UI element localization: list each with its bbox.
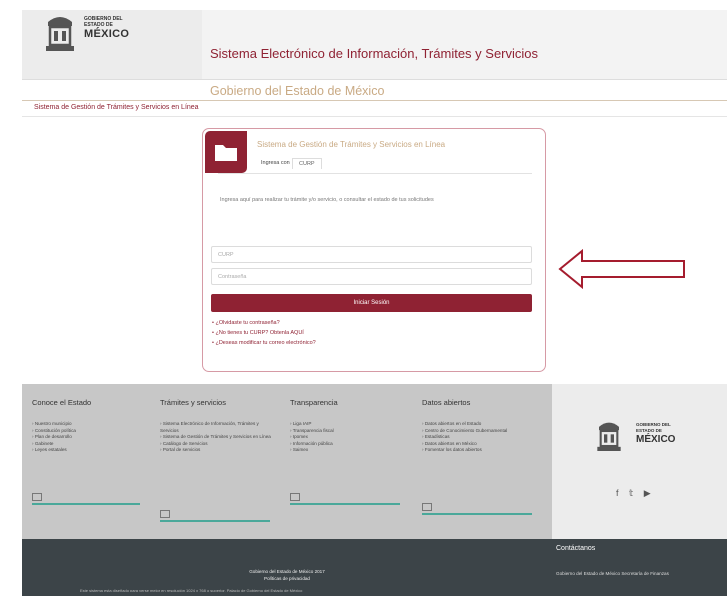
footer-link[interactable]: Sistema Electrónico de Información, Trám… [160,421,275,434]
copyright: Gobierno del Estado de México 2017 Polít… [182,568,392,582]
header-divider [22,79,727,80]
footer-accent-bar [422,513,532,515]
government-crest-icon [597,422,621,451]
folder-icon [215,145,237,161]
logo-title: MÉXICO [84,28,130,40]
left-arrow-icon [558,249,685,289]
header-divider [22,100,727,101]
breadcrumb-divider [22,116,727,117]
forgot-password-link[interactable]: ¿Olvidaste tu contraseña? [212,318,316,328]
footer-column-state: Conoce el Estado Nuestro municipio Const… [32,398,150,454]
footer-column-procedures: Trámites y servicios Sistema Electrónico… [160,398,275,454]
footer-heading: Trámites y servicios [160,398,226,407]
footer-link[interactable]: Portal de servicios [160,447,275,454]
password-input[interactable] [211,268,532,285]
facebook-icon[interactable]: f [616,488,619,498]
rss-icon[interactable] [290,493,300,501]
footer-heading: Datos abiertos [422,398,471,407]
rss-icon[interactable] [422,503,432,511]
system-title: Sistema Electrónico de Información, Trám… [210,46,539,61]
privacy-link[interactable]: Políticas de privacidad [182,575,392,582]
login-button[interactable]: Iniciar Sesión [211,294,532,312]
youtube-icon[interactable]: ▶ [644,488,651,498]
rss-icon[interactable] [32,493,42,501]
footer-column-open-data: Datos abiertos Datos abiertos en el Esta… [422,398,537,454]
login-description: Ingresa aquí para realizar tu trámite y/… [220,197,434,203]
tab-curp[interactable]: CURP [292,158,322,169]
footer-column-transparency: Transparencia Liga IAIP Transparencia fi… [290,398,400,454]
curp-input[interactable] [211,246,532,263]
tab-login-with[interactable]: Ingresa con [255,158,296,168]
footer-heading: Transparencia [290,398,338,407]
footer-logo-area [552,384,727,539]
footer-link[interactable]: Fomentar los datos abiertos [422,447,537,454]
twitter-icon[interactable]: 𝕥 [629,488,633,498]
breadcrumb[interactable]: Sistema de Gestión de Trámites y Servici… [34,104,199,111]
social-links: f 𝕥 ▶ [616,488,659,499]
footer-link[interactable]: Leyes estatales [32,447,150,454]
footer-logo-title: MÉXICO [636,434,676,445]
copyright-address: Este sistema esta diseñado para verse me… [80,588,303,592]
change-email-link[interactable]: ¿Deseas modificar tu correo electrónico? [212,338,315,348]
contact-text: Gobierno del Estado de México Secretaría… [556,571,669,576]
login-help-links: ¿Olvidaste tu contraseña? ¿No tienes tu … [212,318,316,348]
footer-accent-bar [290,503,400,505]
footer-link[interactable]: Saimex [290,447,400,454]
footer-logo-subtitle: GOBIERNO DEL ESTADO DE [636,422,671,433]
contact-title: Contáctanos [556,545,596,552]
footer-link[interactable]: Sistema de Gestión de Trámites y Servici… [160,434,275,441]
rss-icon[interactable] [160,510,170,518]
get-curp-link[interactable]: ¿No tienes tu CURP? Obtenla AQUÍ [212,328,316,338]
government-title: Gobierno del Estado de México [210,84,385,98]
footer-heading: Conoce el Estado [32,398,92,407]
footer-accent-bar [32,503,140,505]
footer-accent-bar [160,520,270,522]
logo-subtitle: GOBIERNO DEL ESTADO DE [84,16,123,28]
folder-badge [205,131,247,173]
login-card-title: Sistema de Gestión de Trámites y Servici… [257,140,446,149]
government-crest-icon [46,17,74,51]
tab-divider [218,173,532,174]
